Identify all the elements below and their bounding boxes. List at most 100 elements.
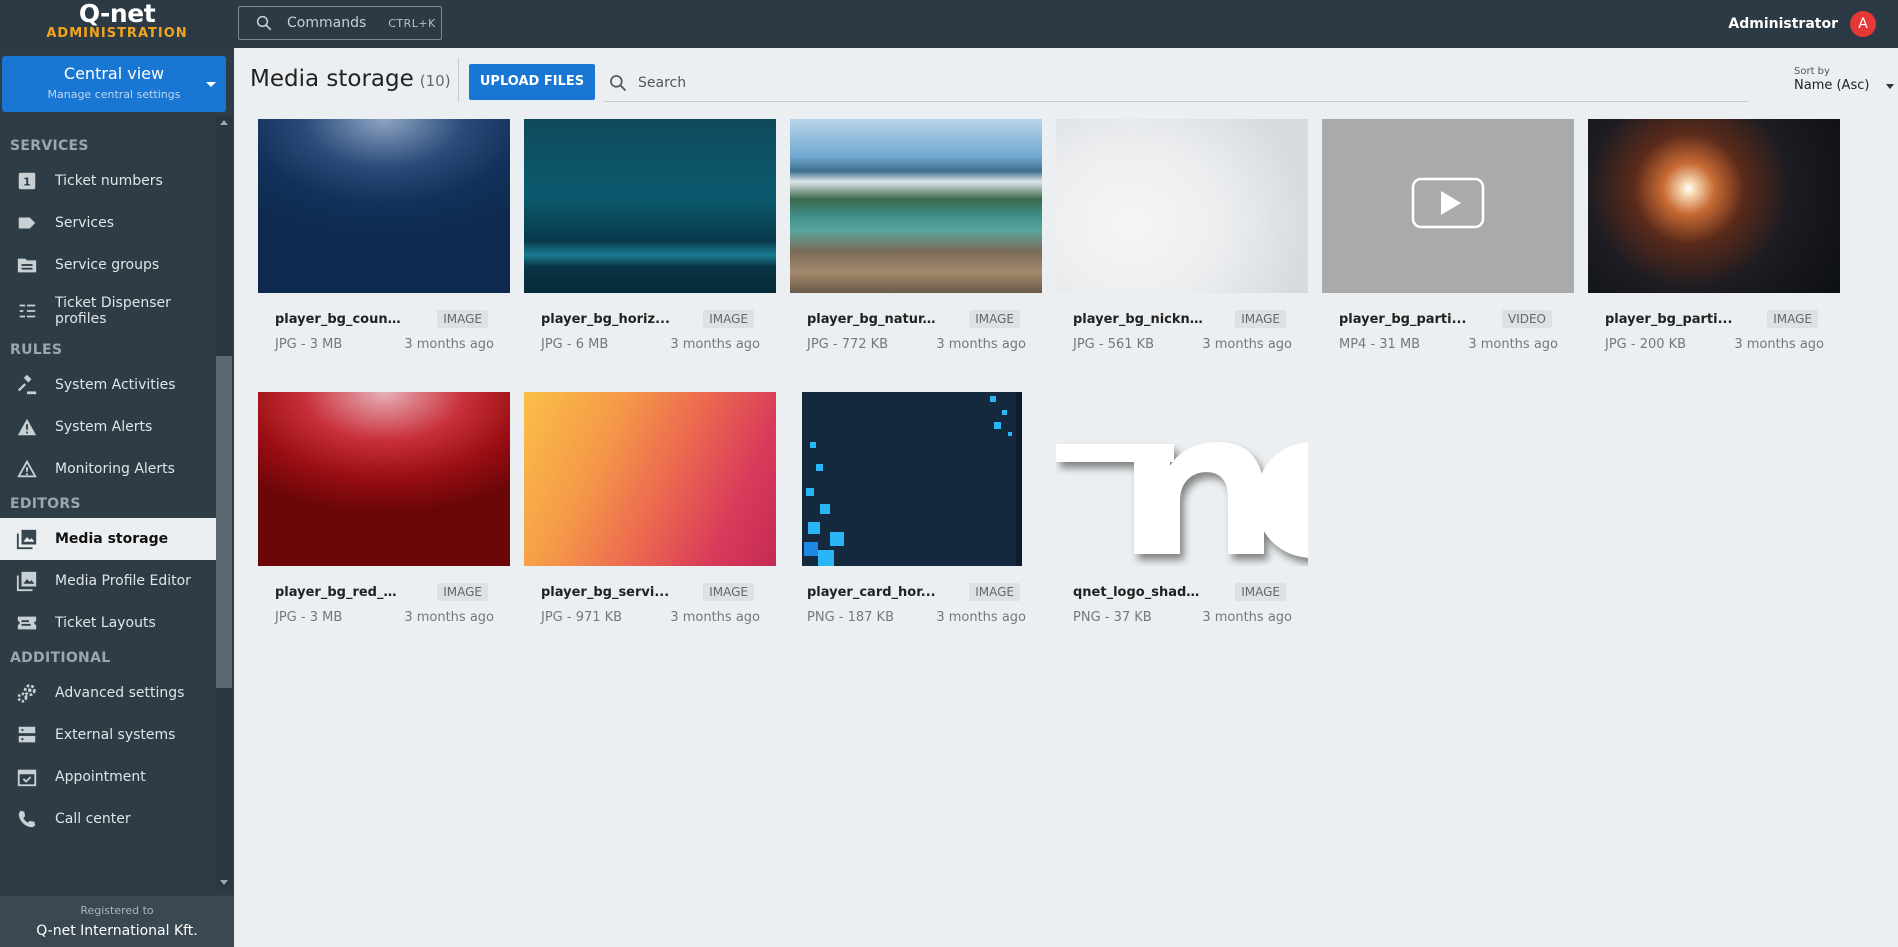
scrollbar-thumb[interactable]	[216, 356, 232, 688]
search-icon	[610, 74, 627, 91]
section-services: SERVICES	[10, 138, 89, 154]
file-name: player_bg_parti...	[1605, 312, 1733, 327]
upload-files-button[interactable]: UPLOAD FILES	[469, 64, 595, 100]
section-rules: RULES	[10, 342, 63, 358]
registered-label: Registered to	[80, 904, 154, 917]
page-title-text: Media storage	[250, 66, 414, 92]
divider	[458, 58, 459, 102]
card-squares-graphic	[802, 392, 1022, 566]
sidebar-item-label: Monitoring Alerts	[55, 461, 175, 477]
thumbnail-teal-wall	[524, 119, 776, 293]
file-meta: JPG - 772 KB	[807, 337, 889, 352]
media-card[interactable]: qnet_logo_shado... IMAGE PNG - 37 KB 3 m…	[1056, 392, 1308, 642]
sidebar-item-media-profile-editor[interactable]: Media Profile Editor	[0, 560, 216, 602]
file-type-badge: IMAGE	[703, 583, 754, 601]
thumbnail-bokeh-particles	[1588, 119, 1840, 293]
thumbnail-dark-card-squares	[790, 392, 1042, 566]
central-view-dropdown[interactable]: Central view Manage central settings	[2, 56, 226, 112]
servers-icon	[18, 726, 36, 743]
media-card[interactable]: player_card_hor... IMAGE PNG - 187 KB 3 …	[790, 392, 1042, 642]
sidebar-item-media-storage[interactable]: Media storage	[0, 518, 216, 560]
calendar-check-icon	[17, 769, 37, 787]
file-meta: JPG - 971 KB	[541, 610, 623, 625]
media-profile-icon	[16, 571, 37, 592]
gavel-icon	[17, 374, 37, 395]
media-card[interactable]: player_bg_parti... VIDEO MP4 - 31 MB 3 m…	[1322, 119, 1574, 369]
scroll-up-icon[interactable]	[220, 120, 228, 125]
media-card[interactable]: player_bg_natur... IMAGE JPG - 772 KB 3 …	[790, 119, 1042, 369]
sort-label: Sort by	[1794, 66, 1830, 77]
sidebar: Central view Manage central settings SER…	[0, 48, 234, 947]
user-menu[interactable]: Administrator A	[1728, 11, 1876, 37]
thumbnail-white-curves	[1056, 119, 1308, 293]
search-input[interactable]: Search	[604, 64, 1748, 102]
warning-outline-icon	[17, 459, 37, 478]
file-age: 3 months ago	[1468, 337, 1558, 352]
file-name: player_bg_parti...	[1339, 312, 1467, 327]
file-type-badge: IMAGE	[969, 310, 1020, 328]
phone-icon	[18, 810, 36, 828]
sidebar-scrollbar[interactable]	[216, 116, 232, 889]
file-meta: JPG - 3 MB	[275, 610, 343, 625]
search-icon	[256, 15, 272, 31]
sidebar-item-system-alerts[interactable]: System Alerts	[0, 406, 216, 448]
image-stack-icon	[16, 529, 37, 550]
file-meta: JPG - 561 KB	[1073, 337, 1155, 352]
top-bar: Q-net ADMINISTRATION Commands CTRL+K Adm…	[0, 0, 1898, 48]
sidebar-item-label: System Alerts	[55, 419, 153, 435]
file-name: player_bg_count...	[275, 312, 405, 327]
scroll-down-icon[interactable]	[220, 880, 228, 885]
sidebar-item-appointment[interactable]: Appointment	[0, 756, 216, 798]
sidebar-item-ticket-layouts[interactable]: Ticket Layouts	[0, 602, 216, 644]
sidebar-item-label: Service groups	[55, 257, 160, 273]
sidebar-item-external-systems[interactable]: External systems	[0, 714, 216, 756]
sidebar-item-label: Appointment	[55, 769, 146, 785]
file-name: player_bg_servi...	[541, 585, 670, 600]
file-meta: PNG - 187 KB	[807, 610, 894, 625]
sidebar-item-label: Media storage	[55, 531, 169, 547]
file-meta: PNG - 37 KB	[1073, 610, 1152, 625]
file-type-badge: IMAGE	[703, 310, 754, 328]
sidebar-item-label: Ticket numbers	[55, 173, 163, 189]
play-icon	[1411, 177, 1485, 229]
brand-name: Q-net	[78, 0, 156, 28]
commands-label: Commands	[287, 15, 367, 31]
sidebar-item-system-activities[interactable]: System Activities	[0, 364, 216, 406]
file-age: 3 months ago	[670, 610, 760, 625]
media-card[interactable]: player_bg_count... IMAGE JPG - 3 MB 3 mo…	[258, 119, 510, 369]
sidebar-item-call-center[interactable]: Call center	[0, 798, 216, 840]
registration-info: Registered to Q-net International Kft.	[0, 896, 234, 947]
sort-value: Name (Asc)	[1794, 78, 1870, 93]
file-name: player_bg_horiz...	[541, 312, 670, 327]
media-card[interactable]: player_bg_servi... IMAGE JPG - 971 KB 3 …	[524, 392, 776, 642]
media-card[interactable]: player_bg_red_w... IMAGE JPG - 3 MB 3 mo…	[258, 392, 510, 642]
file-meta: JPG - 6 MB	[541, 337, 609, 352]
sidebar-item-label: Advanced settings	[55, 685, 185, 701]
caret-down-icon	[1886, 84, 1894, 89]
app-logo[interactable]: Q-net ADMINISTRATION	[0, 0, 234, 48]
sidebar-item-ticket-numbers[interactable]: 1 Ticket numbers	[0, 160, 216, 202]
commands-shortcut: CTRL+K	[388, 16, 436, 30]
sidebar-item-label: Call center	[55, 811, 131, 827]
sidebar-item-service-groups[interactable]: Service groups	[0, 244, 216, 286]
file-age: 3 months ago	[670, 337, 760, 352]
commands-button[interactable]: Commands CTRL+K	[238, 6, 442, 40]
dispenser-list-icon	[19, 304, 36, 318]
media-card[interactable]: player_bg_nickn... IMAGE JPG - 561 KB 3 …	[1056, 119, 1308, 369]
sort-dropdown[interactable]: Sort by Name (Asc)	[1794, 66, 1898, 93]
file-meta: JPG - 3 MB	[275, 337, 343, 352]
media-card[interactable]: player_bg_horiz... IMAGE JPG - 6 MB 3 mo…	[524, 119, 776, 369]
file-type-badge: IMAGE	[969, 583, 1020, 601]
sidebar-item-ticket-dispenser-profiles[interactable]: Ticket Dispenser profiles	[0, 286, 216, 336]
file-age: 3 months ago	[404, 610, 494, 625]
sidebar-item-label: Services	[55, 215, 115, 231]
file-name: player_bg_natur...	[807, 312, 937, 327]
section-editors: EDITORS	[10, 496, 81, 512]
sidebar-item-monitoring-alerts[interactable]: Monitoring Alerts	[0, 448, 216, 490]
file-type-badge: IMAGE	[437, 310, 488, 328]
central-view-subtitle: Manage central settings	[47, 88, 181, 101]
main-content: Media storage (10) UPLOAD FILES Search So…	[234, 48, 1898, 947]
media-card[interactable]: player_bg_parti... IMAGE JPG - 200 KB 3 …	[1588, 119, 1840, 369]
sidebar-item-services[interactable]: Services	[0, 202, 216, 244]
sidebar-item-advanced-settings[interactable]: Advanced settings	[0, 672, 216, 714]
